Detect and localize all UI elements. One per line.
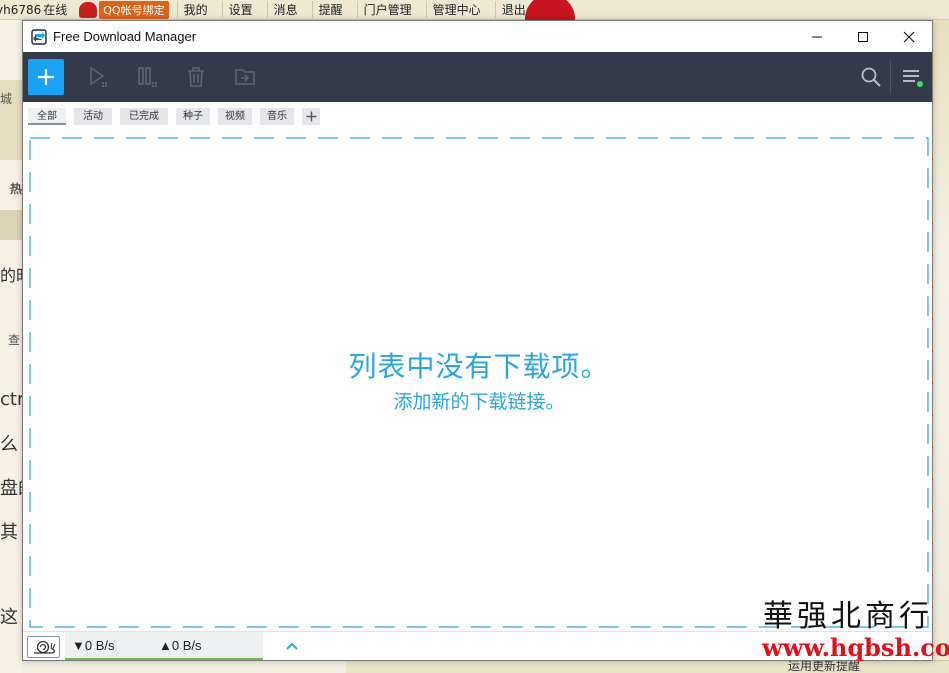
search-button[interactable] bbox=[859, 65, 883, 89]
bg-nav-mine[interactable]: 我的 bbox=[176, 1, 214, 18]
tab-video[interactable]: 视频 bbox=[218, 108, 252, 125]
bg-nav-messages[interactable]: 消息 bbox=[266, 1, 304, 18]
watermark-name: 華强北商行 bbox=[763, 599, 933, 634]
close-icon bbox=[903, 31, 915, 42]
bg-fragment: 这 bbox=[0, 607, 18, 628]
plus-icon bbox=[38, 69, 54, 85]
bg-online-status: 在线 bbox=[43, 3, 68, 17]
empty-list-subtitle[interactable]: 添加新的下载链接。 bbox=[29, 387, 929, 414]
bg-fragment: 城 bbox=[0, 92, 13, 106]
bg-nav-settings[interactable]: 设置 bbox=[221, 1, 259, 18]
bg-fragment: 热 bbox=[10, 182, 23, 196]
window-title: Free Download Manager bbox=[53, 29, 197, 44]
tab-music[interactable]: 音乐 bbox=[260, 108, 294, 125]
bg-qq-bind[interactable]: QQ帐号绑定 bbox=[79, 0, 169, 19]
fdm-logo-icon bbox=[31, 28, 47, 45]
start-button[interactable] bbox=[86, 65, 110, 89]
bg-fragment: 查 bbox=[8, 333, 21, 347]
delete-button[interactable] bbox=[184, 65, 208, 89]
watermark: 華强北商行 www.hqbsh.com bbox=[762, 599, 949, 662]
search-icon bbox=[861, 67, 881, 87]
maximize-button[interactable] bbox=[840, 21, 886, 52]
empty-list-title: 列表中没有下载项。 bbox=[348, 350, 610, 383]
watermark-url: www.hqbsh.com bbox=[762, 633, 949, 662]
play-icon bbox=[90, 66, 107, 87]
filter-tabs: 全部 活动 已完成 种子 视频 音乐 bbox=[23, 102, 932, 130]
bg-left-band bbox=[0, 210, 22, 240]
trash-icon bbox=[188, 67, 204, 87]
bg-username[interactable]: yh6786 bbox=[0, 3, 41, 17]
snail-icon bbox=[33, 640, 55, 654]
qq-icon bbox=[79, 1, 98, 18]
bg-nav-reminders[interactable]: 提醒 bbox=[311, 1, 349, 18]
download-drop-zone[interactable]: 列表中没有下载项。 添加新的下载链接。 bbox=[28, 136, 929, 628]
upload-speed: ▲0 B/s bbox=[159, 638, 202, 653]
speed-limit-button[interactable] bbox=[27, 636, 60, 658]
add-tab-button[interactable] bbox=[302, 108, 320, 125]
chevron-up-icon[interactable] bbox=[285, 639, 299, 653]
tab-torrents[interactable]: 种子 bbox=[176, 108, 210, 125]
plus-icon bbox=[306, 111, 316, 122]
close-button[interactable] bbox=[886, 21, 932, 52]
tab-active[interactable]: 活动 bbox=[74, 108, 112, 125]
main-menu-button[interactable] bbox=[900, 65, 924, 89]
main-toolbar bbox=[23, 52, 932, 102]
maximize-icon bbox=[858, 31, 868, 42]
menu-icon bbox=[903, 70, 923, 87]
tab-all[interactable]: 全部 bbox=[28, 108, 66, 125]
tab-completed[interactable]: 已完成 bbox=[120, 108, 168, 125]
speed-indicator[interactable]: ▼0 B/s ▲0 B/s bbox=[65, 632, 298, 660]
toolbar-separator bbox=[890, 60, 891, 94]
title-bar[interactable]: Free Download Manager bbox=[23, 21, 932, 52]
download-speed: ▼0 B/s bbox=[72, 638, 115, 653]
background-top-bar: yh6786 在线 QQ帐号绑定 我的 设置 消息 提醒 门户管理 管理中心 退… bbox=[0, 0, 949, 20]
bg-fragment: 么 bbox=[0, 434, 18, 455]
fdm-window: Free Download Manager 全部 活动 已完成 种子 视频 音乐… bbox=[22, 20, 933, 661]
minimize-button[interactable] bbox=[794, 21, 840, 52]
add-download-button[interactable] bbox=[28, 59, 64, 95]
pause-button[interactable] bbox=[136, 65, 160, 89]
move-to-folder-button[interactable] bbox=[233, 65, 257, 89]
minimize-icon bbox=[812, 36, 822, 37]
window-controls bbox=[794, 21, 932, 52]
bg-fragment: ctr bbox=[0, 389, 25, 410]
bg-fragment: 其 bbox=[0, 522, 18, 543]
bg-qq-bind-label: QQ帐号绑定 bbox=[99, 0, 169, 19]
move-folder-icon bbox=[235, 69, 255, 85]
pause-icon bbox=[138, 67, 157, 87]
bg-nav-portal-admin[interactable]: 门户管理 bbox=[356, 1, 418, 18]
bg-right-strip bbox=[932, 20, 949, 673]
bg-nav-admin-center[interactable]: 管理中心 bbox=[425, 1, 487, 18]
